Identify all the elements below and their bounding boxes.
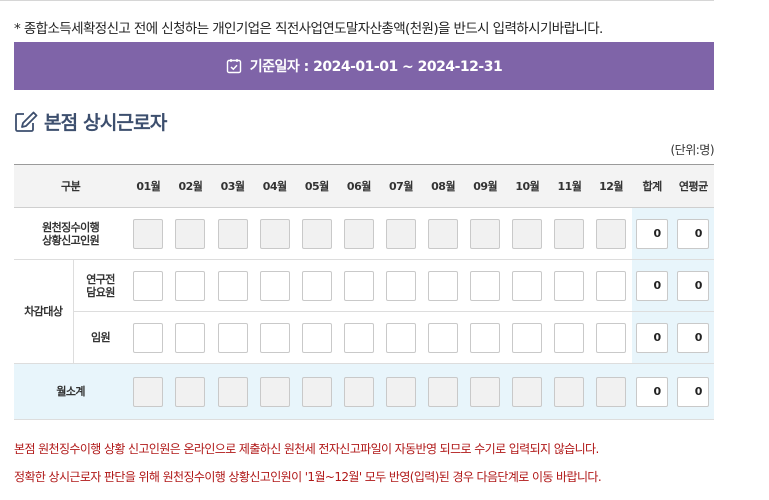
researcher-total: 0: [636, 270, 669, 301]
header-category: 구분: [14, 164, 128, 208]
withholding-month-input: [259, 218, 290, 249]
subtotal-month-value: [554, 376, 585, 407]
subtotal-month-value: [217, 376, 248, 407]
executive-average: 0: [677, 322, 710, 353]
researcher-average: 0: [677, 270, 710, 301]
withholding-average: 0: [677, 218, 710, 249]
researcher-month-input[interactable]: [470, 270, 501, 301]
executive-month-input[interactable]: [596, 322, 627, 353]
executive-month-input[interactable]: [428, 322, 459, 353]
withholding-month-input: [554, 218, 585, 249]
withholding-month-input: [428, 218, 459, 249]
subtotal-month-value: [133, 376, 164, 407]
unit-label: (단위:명): [670, 143, 714, 157]
calendar-check-icon: [226, 58, 242, 74]
executive-month-input[interactable]: [175, 322, 206, 353]
asset-notice: * 종합소득세확정신고 전에 신청하는 개인기업은 직전사업연도말자산총액(천원…: [14, 21, 603, 37]
subtotal-month-value: [301, 376, 332, 407]
subtotal-month-value: [428, 376, 459, 407]
withholding-month-input: [512, 218, 543, 249]
header-average: 연평균: [672, 164, 714, 208]
researcher-month-input[interactable]: [596, 270, 627, 301]
subtotal-average: 0: [677, 376, 710, 407]
withholding-month-input: [343, 218, 374, 249]
executive-month-input[interactable]: [259, 322, 290, 353]
row-label-executive: 임원: [73, 311, 128, 364]
subtotal-total: 0: [636, 376, 669, 407]
header-month: 04월: [253, 164, 296, 208]
researcher-month-input[interactable]: [554, 270, 585, 301]
executive-month-input[interactable]: [301, 322, 332, 353]
header-month: 02월: [169, 164, 212, 208]
table-row-executive: 임원 0 0: [14, 311, 714, 364]
subtotal-month-value: [259, 376, 290, 407]
executive-month-input[interactable]: [554, 322, 585, 353]
header-row: 구분 01월 02월 03월 04월 05월 06월 07월 08월 09월 1…: [14, 164, 714, 208]
subtotal-month-value: [343, 376, 374, 407]
withholding-month-input: [133, 218, 164, 249]
table-row-researcher: 차감대상 연구전 담요원 0 0: [14, 259, 714, 364]
researcher-month-input[interactable]: [217, 270, 248, 301]
edit-icon: [14, 111, 38, 133]
date-banner: 기준일자 : 2024-01-01 ~ 2024-12-31: [14, 42, 714, 90]
withholding-month-input: [301, 218, 332, 249]
table-row-subtotal: 월소계 0 0: [14, 363, 714, 420]
section-title-text: 본점 상시근로자: [44, 112, 167, 134]
header-month: 01월: [127, 164, 170, 208]
subtotal-month-value: [175, 376, 206, 407]
executive-month-input[interactable]: [217, 322, 248, 353]
withholding-month-input: [175, 218, 206, 249]
researcher-month-input[interactable]: [512, 270, 543, 301]
header-month: 12월: [590, 164, 632, 208]
executive-month-input[interactable]: [386, 322, 416, 353]
row-group-deduction: 차감대상: [14, 259, 74, 364]
subtotal-month-value: [470, 376, 501, 407]
subtotal-month-value: [386, 376, 416, 407]
executive-month-input[interactable]: [343, 322, 374, 353]
header-month: 07월: [379, 164, 423, 208]
employee-table: 구분 01월 02월 03월 04월 05월 06월 07월 08월 09월 1…: [14, 164, 714, 420]
row-label-withholding: 원천징수이행 상황신고인원: [14, 207, 128, 260]
header-month: 08월: [422, 164, 465, 208]
researcher-month-input[interactable]: [386, 270, 416, 301]
withholding-month-input: [386, 218, 416, 249]
header-month: 11월: [548, 164, 591, 208]
header-month: 03월: [211, 164, 254, 208]
researcher-month-input[interactable]: [133, 270, 164, 301]
withholding-total: 0: [636, 218, 669, 249]
researcher-month-input[interactable]: [175, 270, 206, 301]
withholding-month-input: [596, 218, 627, 249]
table-row-withholding: 원천징수이행 상황신고인원 0 0: [14, 207, 714, 260]
researcher-month-input[interactable]: [259, 270, 290, 301]
top-divider: [0, 0, 714, 1]
row-label-subtotal: 월소계: [14, 363, 128, 420]
executive-total: 0: [636, 322, 669, 353]
row-label-researcher: 연구전 담요원: [73, 259, 128, 312]
researcher-month-input[interactable]: [428, 270, 459, 301]
withholding-month-input: [217, 218, 248, 249]
section-title: 본점 상시근로자: [14, 108, 167, 135]
date-range-text: 기준일자 : 2024-01-01 ~ 2024-12-31: [249, 59, 503, 75]
warning-next-step: 정확한 상시근로자 판단을 위해 원천징수이행 상황신고인원이 '1월~12월'…: [14, 470, 602, 484]
subtotal-month-value: [596, 376, 627, 407]
executive-month-input[interactable]: [512, 322, 543, 353]
withholding-month-input: [470, 218, 501, 249]
header-month: 05월: [295, 164, 338, 208]
warning-auto-reflect: 본점 원천징수이행 상황 신고인원은 온라인으로 제출하신 원천세 전자신고파일…: [14, 442, 599, 456]
researcher-month-input[interactable]: [343, 270, 374, 301]
header-month: 06월: [337, 164, 380, 208]
researcher-month-input[interactable]: [301, 270, 332, 301]
header-total: 합계: [631, 164, 673, 208]
header-month: 10월: [506, 164, 549, 208]
executive-month-input[interactable]: [470, 322, 501, 353]
subtotal-month-value: [512, 376, 543, 407]
header-month: 09월: [464, 164, 507, 208]
executive-month-input[interactable]: [133, 322, 164, 353]
